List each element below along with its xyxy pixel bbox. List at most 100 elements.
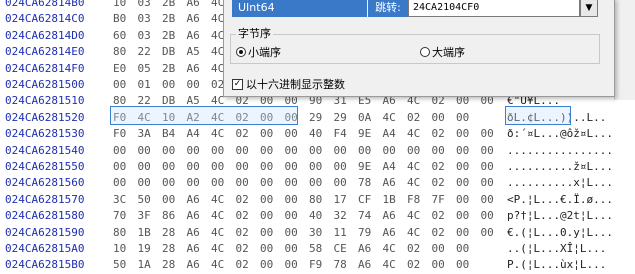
hex-byte[interactable]: 02 bbox=[432, 224, 445, 242]
hex-byte[interactable]: 00 bbox=[481, 158, 494, 176]
hex-byte[interactable]: 32 bbox=[334, 207, 347, 225]
hex-byte[interactable]: A4 bbox=[383, 158, 396, 176]
hex-byte[interactable]: 00 bbox=[456, 109, 469, 127]
hex-byte[interactable]: F4 bbox=[334, 125, 347, 143]
hex-byte[interactable]: 00 bbox=[456, 142, 469, 160]
hex-byte[interactable]: 1A bbox=[138, 256, 151, 274]
hex-byte[interactable]: 00 bbox=[162, 76, 175, 94]
hex-byte[interactable]: 00 bbox=[456, 240, 469, 258]
hex-byte[interactable]: 29 bbox=[309, 109, 322, 127]
hex-byte[interactable]: 00 bbox=[456, 191, 469, 209]
hex-byte[interactable]: 00 bbox=[162, 174, 175, 192]
hex-byte[interactable]: 02 bbox=[407, 256, 420, 274]
hex-byte[interactable]: 00 bbox=[285, 142, 298, 160]
hex-byte[interactable]: A6 bbox=[358, 256, 371, 274]
hex-byte[interactable]: 0A bbox=[358, 109, 371, 127]
hex-byte[interactable]: A6 bbox=[187, 60, 200, 78]
hex-byte[interactable]: 00 bbox=[285, 191, 298, 209]
hex-byte[interactable]: 28 bbox=[162, 224, 175, 242]
hex-byte[interactable]: 02 bbox=[236, 224, 249, 242]
hex-byte[interactable]: 1B bbox=[138, 224, 151, 242]
jump-address-input[interactable]: 24CA2104CF0 bbox=[408, 0, 580, 17]
hex-byte[interactable]: 00 bbox=[456, 256, 469, 274]
hex-row[interactable]: 024CA62815A0 10 19 28 A6 4C 02 00 00 58 CE A6 4C 02 00… bbox=[0, 240, 635, 258]
hex-byte[interactable]: 4C bbox=[407, 224, 420, 242]
hex-byte[interactable]: 03 bbox=[138, 27, 151, 45]
hex-byte[interactable]: 00 bbox=[432, 109, 445, 127]
hex-byte[interactable]: 00 bbox=[481, 191, 494, 209]
hex-byte[interactable]: 00 bbox=[285, 224, 298, 242]
hex-byte[interactable]: A6 bbox=[187, 224, 200, 242]
hex-byte[interactable]: 00 bbox=[187, 158, 200, 176]
hex-byte[interactable]: 4C bbox=[211, 240, 224, 258]
hex-byte[interactable]: 00 bbox=[260, 125, 273, 143]
hex-byte[interactable]: 00 bbox=[138, 174, 151, 192]
hex-byte[interactable]: 78 bbox=[334, 256, 347, 274]
hex-byte[interactable]: 00 bbox=[285, 125, 298, 143]
hex-byte[interactable]: A6 bbox=[187, 256, 200, 274]
hex-byte[interactable]: 00 bbox=[456, 158, 469, 176]
hex-byte[interactable]: 00 bbox=[383, 142, 396, 160]
hex-byte[interactable]: 00 bbox=[285, 256, 298, 274]
hex-byte[interactable]: A6 bbox=[383, 207, 396, 225]
hex-byte[interactable]: 2B bbox=[162, 60, 175, 78]
hex-byte[interactable]: 00 bbox=[285, 207, 298, 225]
hex-byte[interactable]: 3F bbox=[138, 207, 151, 225]
hex-byte[interactable]: 00 bbox=[162, 158, 175, 176]
hex-byte[interactable]: A6 bbox=[187, 191, 200, 209]
ascii-text[interactable]: P.(¦L...ùx¦L... bbox=[507, 256, 606, 274]
hex-byte[interactable]: 70 bbox=[113, 207, 126, 225]
hex-byte[interactable]: A6 bbox=[187, 27, 200, 45]
hex-byte[interactable]: 02 bbox=[236, 240, 249, 258]
hex-row[interactable]: 024CA6281570 3C 50 00 A6 4C 02 00 00 80 17 CF 1B F8 7F… bbox=[0, 191, 635, 209]
hex-byte[interactable]: 80 bbox=[113, 224, 126, 242]
hex-byte[interactable]: 00 bbox=[432, 240, 445, 258]
hex-byte[interactable]: 02 bbox=[432, 207, 445, 225]
hex-byte[interactable]: A6 bbox=[383, 174, 396, 192]
hex-byte[interactable]: A6 bbox=[187, 207, 200, 225]
hex-byte[interactable]: 00 bbox=[162, 191, 175, 209]
hex-byte[interactable]: 28 bbox=[162, 240, 175, 258]
hex-byte[interactable]: 00 bbox=[113, 76, 126, 94]
hex-byte[interactable]: 00 bbox=[481, 142, 494, 160]
hex-byte[interactable]: 11 bbox=[334, 224, 347, 242]
hex-byte[interactable]: 02 bbox=[236, 125, 249, 143]
hex-byte[interactable]: 00 bbox=[260, 174, 273, 192]
hex-row[interactable]: 024CA6281530 F0 3A B4 A4 4C 02 00 00 40 F4 9E A4 4C 02… bbox=[0, 125, 635, 143]
hex-byte[interactable]: 4C bbox=[211, 256, 224, 274]
hex-byte[interactable]: 2B bbox=[162, 27, 175, 45]
hex-row[interactable]: 024CA62815B0 50 1A 28 A6 4C 02 00 00 F9 78 A6 4C 02 00… bbox=[0, 256, 635, 274]
ascii-text[interactable]: ..........x¦L... bbox=[507, 174, 613, 192]
hex-byte[interactable]: 60 bbox=[113, 27, 126, 45]
hex-byte[interactable]: A6 bbox=[358, 240, 371, 258]
hex-byte[interactable]: 00 bbox=[260, 207, 273, 225]
hex-byte[interactable]: CE bbox=[334, 240, 347, 258]
hex-byte[interactable]: 00 bbox=[432, 142, 445, 160]
hex-byte[interactable]: 00 bbox=[187, 76, 200, 94]
hex-byte[interactable]: 00 bbox=[481, 207, 494, 225]
hex-byte[interactable]: 02 bbox=[236, 207, 249, 225]
hex-byte[interactable]: 02 bbox=[432, 125, 445, 143]
hex-byte[interactable]: 00 bbox=[260, 224, 273, 242]
hex-byte[interactable]: 9E bbox=[358, 158, 371, 176]
hex-byte[interactable]: 00 bbox=[260, 158, 273, 176]
hex-byte[interactable]: 50 bbox=[138, 191, 151, 209]
hex-byte[interactable]: 00 bbox=[334, 174, 347, 192]
hex-byte[interactable]: 00 bbox=[260, 142, 273, 160]
hex-byte[interactable]: 86 bbox=[162, 207, 175, 225]
hex-byte[interactable]: 00 bbox=[187, 174, 200, 192]
hex-byte[interactable]: A4 bbox=[187, 125, 200, 143]
hex-byte[interactable]: 19 bbox=[138, 240, 151, 258]
hex-byte[interactable]: 4C bbox=[407, 158, 420, 176]
hex-byte[interactable]: 00 bbox=[456, 224, 469, 242]
hex-byte[interactable]: 4C bbox=[383, 109, 396, 127]
hex-byte[interactable]: 00 bbox=[309, 158, 322, 176]
hex-byte[interactable]: 28 bbox=[162, 256, 175, 274]
hex-byte[interactable]: 00 bbox=[309, 142, 322, 160]
scrollbar-area[interactable] bbox=[614, 0, 635, 100]
hex-byte[interactable]: 00 bbox=[260, 240, 273, 258]
hex-byte[interactable]: 05 bbox=[138, 60, 151, 78]
hex-row[interactable]: 024CA6281540 00 00 00 00 00 00 00 00 00 00 00 00 00 00… bbox=[0, 142, 635, 160]
hex-byte[interactable]: 00 bbox=[334, 142, 347, 160]
hex-row[interactable]: 024CA6281580 70 3F 86 A6 4C 02 00 00 40 32 74 A6 4C 02… bbox=[0, 207, 635, 225]
